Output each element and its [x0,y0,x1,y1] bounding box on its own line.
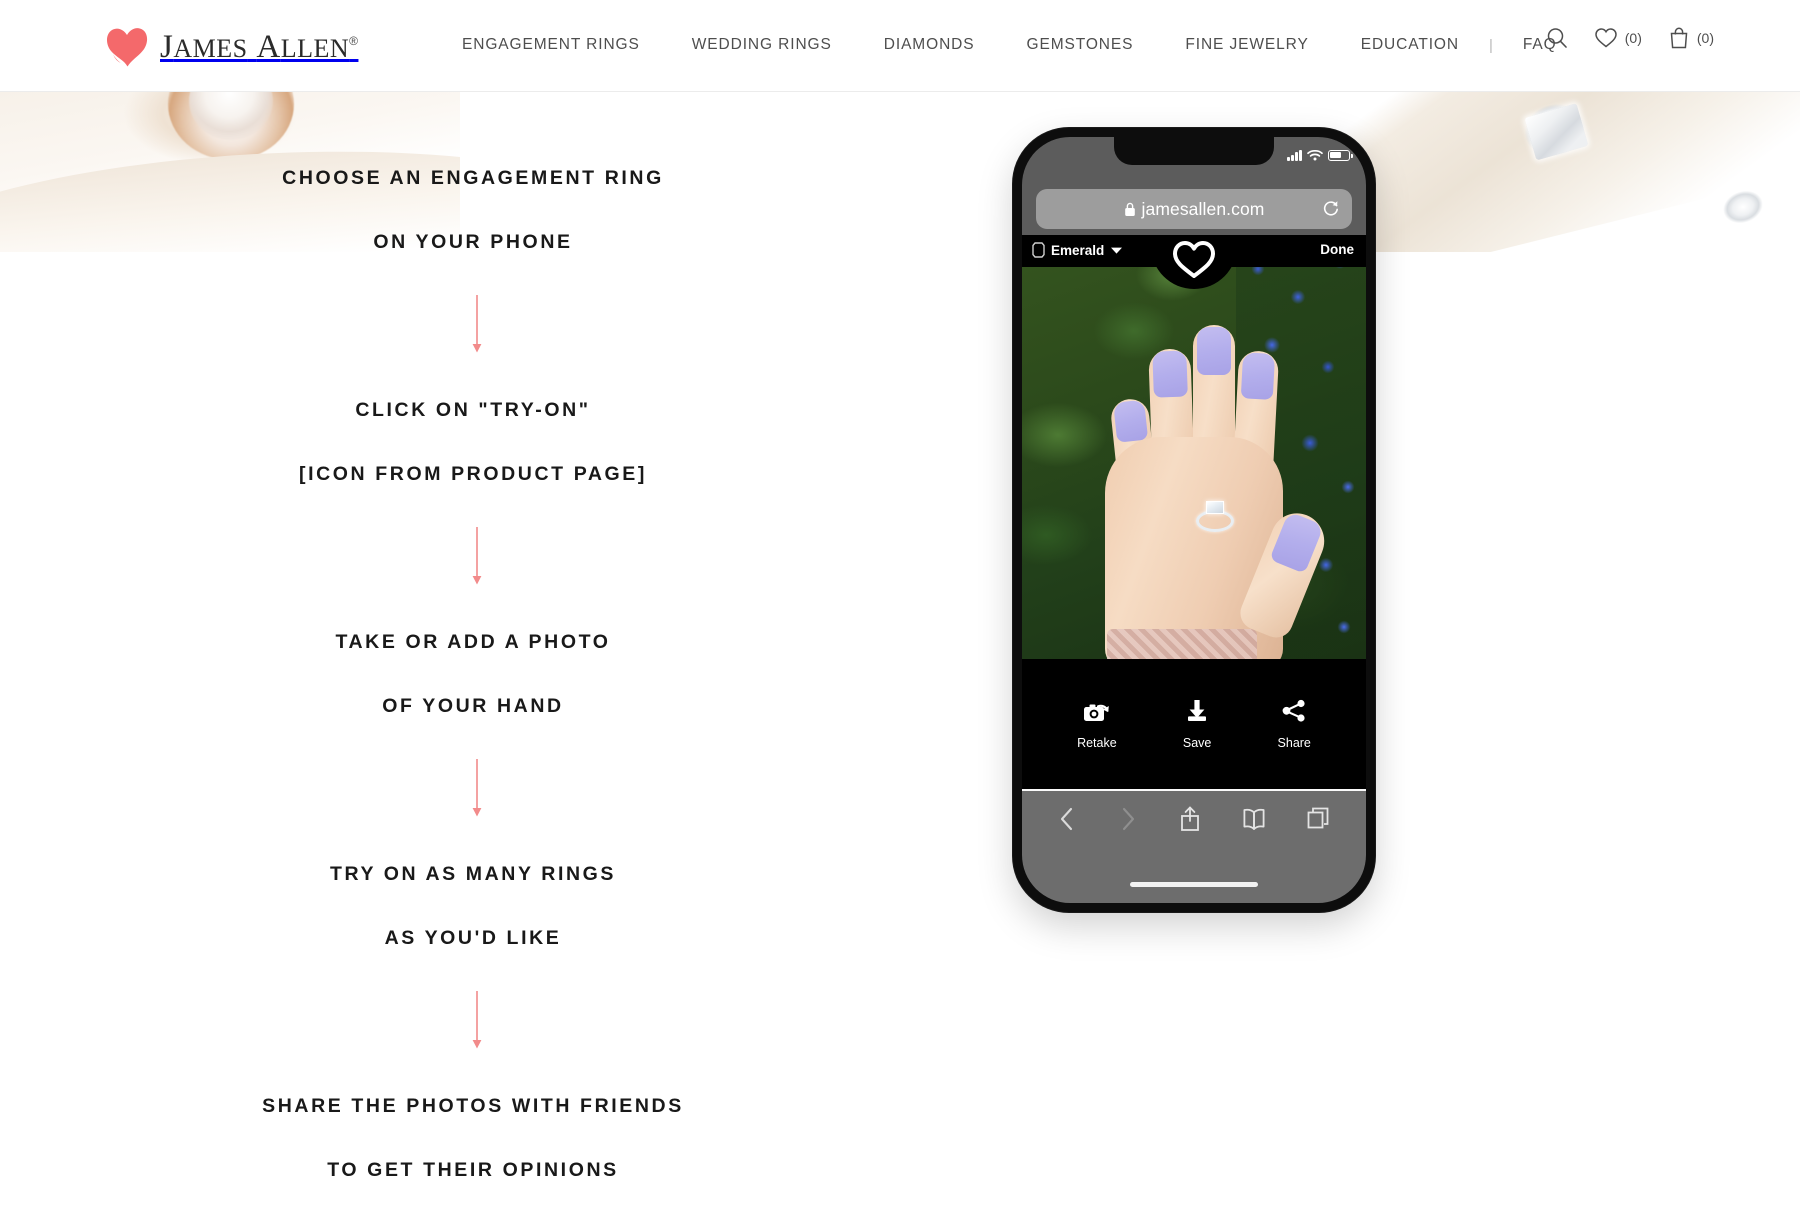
shape-label: Emerald [1051,242,1105,258]
step-2-line-1: CLICK ON "TRY-ON" [355,399,591,421]
arrow-down-icon [472,991,482,1049]
heart-icon [1594,28,1617,48]
logo-wordmark: JAMES ALLEN® [160,28,359,65]
download-save-icon [1188,700,1207,721]
step-4-line-2: AS YOU'D LIKE [384,927,562,949]
step-1-line-2: ON YOUR PHONE [373,231,573,253]
step-4: TRY ON AS MANY RINGS AS YOU'D LIKE [0,826,946,986]
nav-item-diamonds[interactable]: DIAMONDS [858,30,1001,60]
nav-item-fine-jewelry[interactable]: FINE JEWELRY [1159,30,1334,60]
save-button[interactable]: Save [1182,698,1212,750]
site-header: JAMES ALLEN® ENGAGEMENT RINGS WEDDING RI… [0,0,1800,92]
header-utility-icons: (0) (0) [1546,26,1714,50]
home-indicator [1130,882,1258,887]
signal-bars-icon [1287,149,1302,161]
wishlist-button[interactable]: (0) [1594,27,1642,49]
registered-mark: ® [349,33,359,48]
step-1: CHOOSE AN ENGAGEMENT RING ON YOUR PHONE [0,130,946,290]
phone-mockup: jamesallen.com Emerald Done Retake Save … [1013,128,1375,912]
arrow-down-icon [472,295,482,353]
shopping-bag-icon [1670,27,1688,49]
shape-selector[interactable]: Emerald [1032,242,1123,258]
step-5: SHARE THE PHOTOS WITH FRIENDS TO GET THE… [0,1058,946,1218]
site-logo[interactable]: JAMES ALLEN® [104,18,358,74]
caret-down-icon[interactable] [1110,246,1123,255]
share-button[interactable]: Share [1278,698,1311,750]
step-3: TAKE OR ADD A PHOTO OF YOUR HAND [0,594,946,754]
fingernail [1113,399,1149,443]
step-2: CLICK ON "TRY-ON" [ICON FROM PRODUCT PAG… [0,362,946,522]
nav-item-engagement-rings[interactable]: ENGAGEMENT RINGS [436,30,666,60]
tryon-action-bar: Retake Save Share [1022,659,1366,789]
chevron-right-icon[interactable] [1117,806,1139,832]
done-button[interactable]: Done [1320,242,1354,257]
step-4-line-1: TRY ON AS MANY RINGS [329,863,617,885]
nav-item-gemstones[interactable]: GEMSTONES [1001,30,1160,60]
lock-icon [1124,202,1135,216]
share-nodes-icon [1282,699,1305,722]
share-label: Share [1277,736,1311,750]
book-icon[interactable] [1241,807,1267,831]
main-navigation: ENGAGEMENT RINGS WEDDING RINGS DIAMONDS … [436,30,1583,60]
arrow-down-icon [472,759,482,817]
step-arrow-2 [0,522,946,594]
hand-image [1089,287,1333,659]
how-it-works-steps: CHOOSE AN ENGAGEMENT RING ON YOUR PHONE … [0,130,946,1218]
emerald-gem-icon [1032,242,1045,258]
phone-notch [1114,137,1274,165]
nav-divider: | [1488,36,1493,54]
url-text: jamesallen.com [1141,198,1265,219]
step-1-line-1: CHOOSE AN ENGAGEMENT RING [282,167,664,189]
fingernail [1197,327,1231,375]
reload-icon[interactable] [1322,199,1340,217]
step-arrow-3 [0,754,946,826]
address-bar[interactable]: jamesallen.com [1036,189,1352,229]
phone-screen: jamesallen.com Emerald Done Retake Save … [1022,137,1366,903]
step-3-line-2: OF YOUR HAND [382,695,564,717]
wrist-fabric [1107,629,1257,659]
heart-logo-icon [106,28,148,67]
save-label: Save [1182,736,1212,750]
cart-button[interactable]: (0) [1668,26,1714,50]
step-3-line-1: TAKE OR ADD A PHOTO [335,631,611,653]
step-arrow-1 [0,290,946,362]
wifi-icon [1307,149,1323,161]
safari-toolbar [1022,789,1366,903]
cart-count: (0) [1696,30,1714,46]
step-5-line-2: TO GET THEIR OPINIONS [327,1159,619,1181]
nav-item-wedding-rings[interactable]: WEDDING RINGS [666,30,858,60]
browser-chrome: jamesallen.com [1022,185,1366,235]
virtual-ring-overlay[interactable] [1193,501,1237,533]
arrow-down-icon [472,527,482,585]
fingernail [1269,511,1325,574]
fingernail [1152,350,1188,398]
share-up-icon[interactable] [1178,805,1202,833]
fingernail [1240,352,1276,400]
status-bar-icons [1287,149,1353,161]
nav-item-education[interactable]: EDUCATION [1335,30,1485,60]
retake-button[interactable]: Retake [1077,698,1117,750]
retake-label: Retake [1077,736,1117,750]
heart-outline-icon[interactable] [1171,239,1217,281]
search-button[interactable] [1546,27,1568,49]
battery-icon [1328,149,1353,161]
wishlist-count: (0) [1624,30,1642,46]
step-arrow-4 [0,986,946,1058]
emerald-cut-stone [1206,501,1224,514]
tryon-photo-area [1022,235,1366,659]
chevron-left-icon[interactable] [1056,806,1078,832]
safari-toolbar-icons [1022,805,1366,833]
camera-retake-icon [1083,704,1109,721]
tabs-icon[interactable] [1306,806,1332,832]
step-5-line-1: SHARE THE PHOTOS WITH FRIENDS [262,1095,684,1117]
search-icon [1547,28,1567,48]
step-2-line-2: [ICON FROM PRODUCT PAGE] [298,463,648,485]
